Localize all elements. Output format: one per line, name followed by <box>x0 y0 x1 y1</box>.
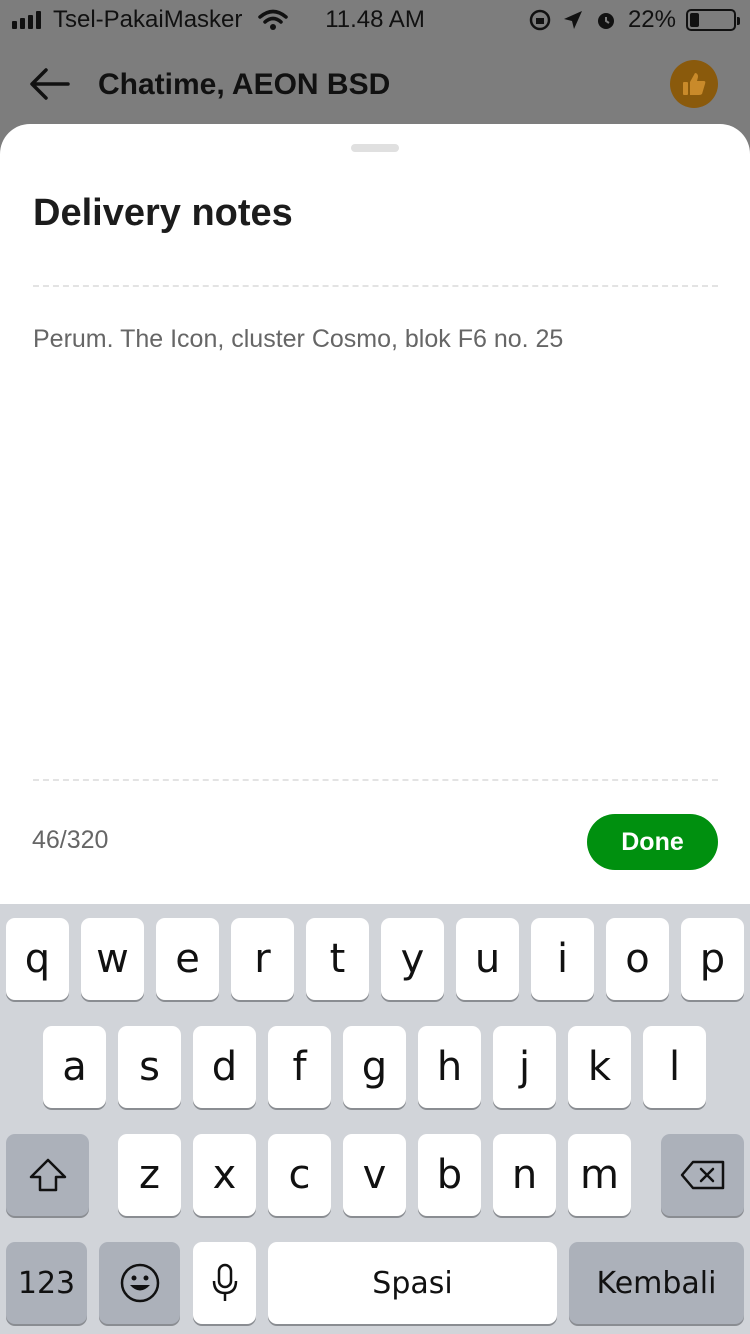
key-g[interactable]: g <box>343 1026 406 1108</box>
status-bar: Tsel-PakaiMasker 11.48 AM 22% <box>0 0 750 40</box>
keyboard: q w e r t y u i o p a s d f g h j k l z … <box>0 904 750 1334</box>
key-h[interactable]: h <box>418 1026 481 1108</box>
key-p[interactable]: p <box>681 918 744 1000</box>
delivery-notes-sheet: Delivery notes Perum. The Icon, cluster … <box>0 124 750 904</box>
notes-input[interactable]: Perum. The Icon, cluster Cosmo, blok F6 … <box>33 322 718 356</box>
key-z[interactable]: z <box>118 1134 181 1216</box>
sheet-grabber[interactable] <box>351 144 399 152</box>
key-v[interactable]: v <box>343 1134 406 1216</box>
key-x[interactable]: x <box>193 1134 256 1216</box>
battery-icon <box>686 9 740 31</box>
divider-top <box>33 285 718 287</box>
backspace-icon <box>680 1160 724 1190</box>
thumbs-up-icon[interactable] <box>670 60 718 108</box>
emoji-icon <box>120 1263 159 1303</box>
key-f[interactable]: f <box>268 1026 331 1108</box>
key-c[interactable]: c <box>268 1134 331 1216</box>
return-key[interactable]: Kembali <box>569 1242 744 1324</box>
key-j[interactable]: j <box>493 1026 556 1108</box>
divider-bottom <box>33 779 718 781</box>
key-r[interactable]: r <box>231 918 294 1000</box>
key-w[interactable]: w <box>81 918 144 1000</box>
shift-icon <box>29 1158 66 1192</box>
battery-fill <box>690 13 700 27</box>
microphone-icon <box>212 1263 237 1301</box>
backspace-key[interactable] <box>661 1134 744 1216</box>
alarm-icon <box>597 13 614 29</box>
key-a[interactable]: a <box>43 1026 106 1108</box>
key-b[interactable]: b <box>418 1134 481 1216</box>
space-key[interactable]: Spasi <box>268 1242 557 1324</box>
battery-percent: 22% <box>627 6 676 33</box>
location-arrow-icon <box>563 11 582 29</box>
key-y[interactable]: y <box>381 918 444 1000</box>
done-button[interactable]: Done <box>587 814 718 870</box>
char-count: 46/320 <box>32 826 109 854</box>
sheet-title: Delivery notes <box>33 192 293 234</box>
key-u[interactable]: u <box>456 918 519 1000</box>
emoji-key[interactable] <box>99 1242 180 1324</box>
key-l[interactable]: l <box>643 1026 706 1108</box>
rotation-lock-icon <box>529 9 551 31</box>
key-k[interactable]: k <box>568 1026 631 1108</box>
key-t[interactable]: t <box>306 918 369 1000</box>
header-title: Chatime, AEON BSD <box>98 68 391 101</box>
numbers-key[interactable]: 123 <box>6 1242 87 1324</box>
shift-key[interactable] <box>6 1134 89 1216</box>
status-right: 22% <box>528 6 740 34</box>
key-q[interactable]: q <box>6 918 69 1000</box>
key-s[interactable]: s <box>118 1026 181 1108</box>
arrow-left-icon[interactable] <box>28 66 72 102</box>
key-m[interactable]: m <box>568 1134 631 1216</box>
key-o[interactable]: o <box>606 918 669 1000</box>
app-header: Chatime, AEON BSD <box>0 50 750 120</box>
key-d[interactable]: d <box>193 1026 256 1108</box>
key-e[interactable]: e <box>156 918 219 1000</box>
microphone-key[interactable] <box>193 1242 256 1324</box>
key-i[interactable]: i <box>531 918 594 1000</box>
key-n[interactable]: n <box>493 1134 556 1216</box>
